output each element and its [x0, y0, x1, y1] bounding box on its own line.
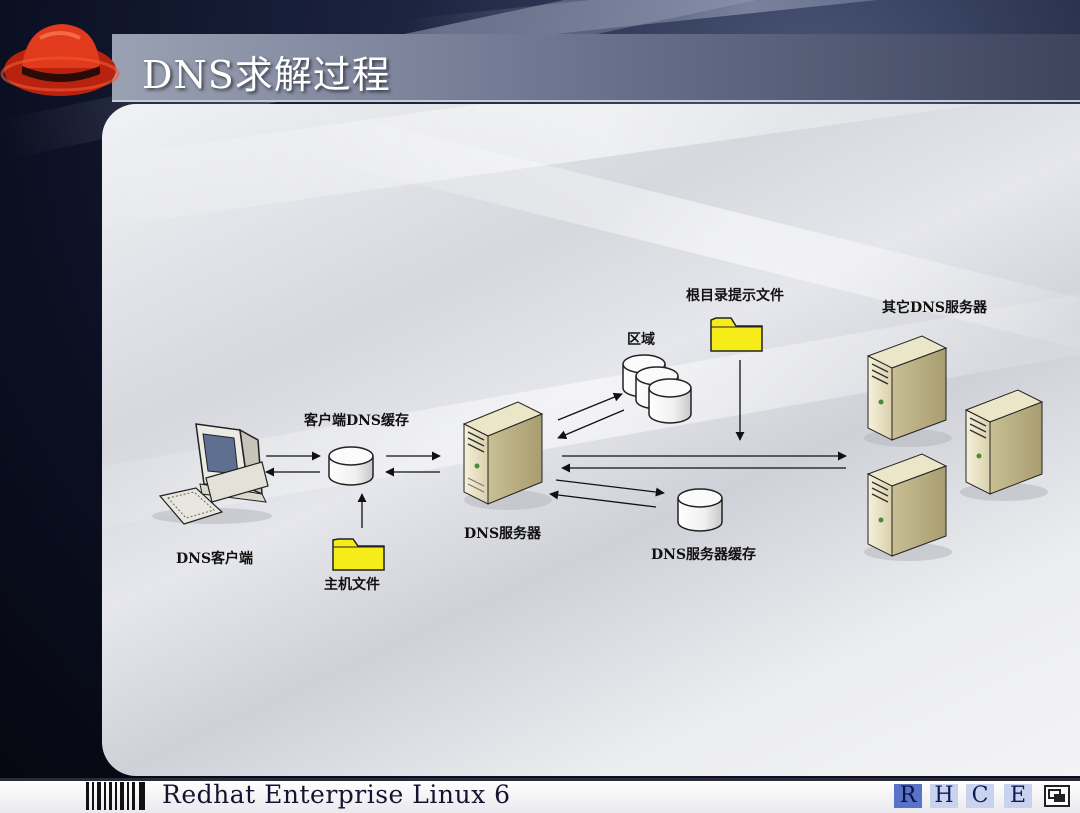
hosts-file-folder-icon	[332, 538, 385, 571]
label-server-cache: DNS服务器缓存	[651, 547, 757, 563]
rhce-letter-r: R	[894, 784, 922, 808]
dns-server-icon	[462, 401, 552, 510]
arrow-server-to-cache	[555, 479, 665, 497]
barcode-decoration	[86, 782, 145, 810]
footer-title: Redhat Enterprise Linux 6	[162, 780, 511, 809]
label-dns-server: DNS服务器	[464, 526, 542, 542]
rhce-letter-h: H	[930, 784, 958, 808]
label-client-cache: 客户端DNS缓存	[304, 413, 410, 429]
rhce-letter-e: E	[1004, 784, 1032, 808]
other-dns-server-icon	[864, 335, 952, 447]
client-computer-icon	[152, 423, 272, 525]
other-dns-server-icon	[864, 453, 952, 561]
client-cache-database-icon	[328, 446, 374, 486]
root-hints-folder-icon	[710, 317, 763, 352]
server-cache-database-icon	[677, 488, 723, 532]
arrow-server-to-zone	[557, 392, 623, 421]
arrow-cache-to-server-return	[549, 490, 657, 508]
label-zone: 区域	[627, 332, 655, 348]
dns-diagram	[152, 317, 1048, 571]
arrow-zone-to-server	[557, 409, 625, 439]
window-restore-icon[interactable]	[1044, 785, 1070, 807]
label-root-hints: 根目录提示文件	[686, 288, 784, 304]
zone-database-icon	[622, 354, 692, 424]
label-other-servers: 其它DNS服务器	[882, 300, 988, 316]
flow-arrows	[265, 360, 847, 528]
other-dns-server-icon	[960, 389, 1048, 501]
label-hosts-file: 主机文件	[324, 577, 380, 593]
label-client: DNS客户端	[176, 551, 254, 567]
rhce-letter-c: C	[966, 784, 994, 808]
